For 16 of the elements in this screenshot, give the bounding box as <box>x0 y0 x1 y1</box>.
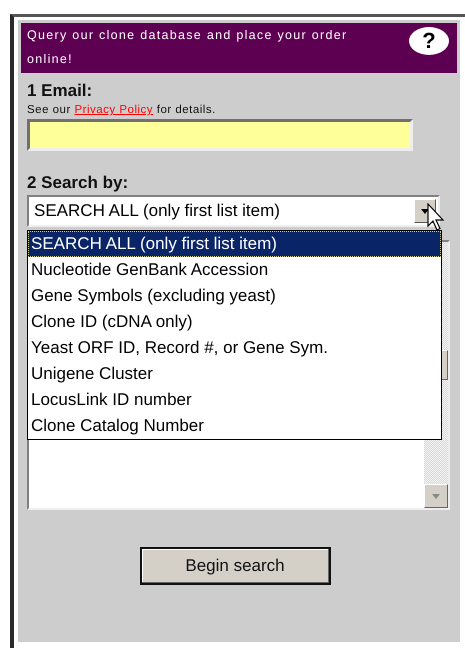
dropdown-option[interactable]: SEARCH ALL (only first list item) <box>28 231 441 257</box>
dropdown-option[interactable]: LocusLink ID number <box>28 387 441 413</box>
privacy-note: See our Privacy Policy for details. <box>27 104 217 116</box>
email-label: 1 Email: <box>27 81 94 101</box>
dropdown-option[interactable]: Yeast ORF ID, Record #, or Gene Sym. <box>28 335 441 361</box>
dropdown-option[interactable]: Clone Catalog Number <box>28 413 441 439</box>
begin-search-button[interactable]: Begin search <box>140 547 330 585</box>
dropdown-option[interactable]: Unigene Cluster <box>28 361 441 387</box>
dropdown-option[interactable]: Gene Symbols (excluding yeast) <box>28 283 441 309</box>
help-icon[interactable]: ? <box>409 27 449 55</box>
header-text: Query our clone database and place your order online! <box>27 27 348 68</box>
search-by-label: 2 Search by: <box>27 173 130 193</box>
dropdown-option[interactable]: Clone ID (cDNA only) <box>28 309 441 335</box>
dropdown-option[interactable]: Nucleotide GenBank Accession <box>28 257 441 283</box>
email-field[interactable] <box>27 119 413 151</box>
search-by-select[interactable]: SEARCH ALL (only first list item) <box>27 195 440 227</box>
